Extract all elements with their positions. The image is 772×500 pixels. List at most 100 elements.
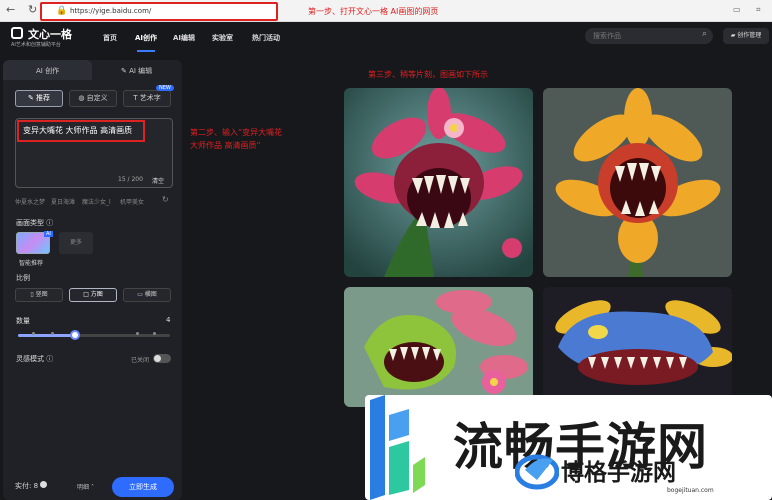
toggle-knob bbox=[154, 355, 161, 362]
result-image-3[interactable] bbox=[344, 287, 533, 407]
monster-flower-image bbox=[543, 287, 732, 407]
ratio-portrait-label: 竖图 bbox=[35, 291, 48, 298]
logo-title: 文心一格 bbox=[28, 28, 72, 41]
tab-ai-edit[interactable]: ✎ AI 编辑 bbox=[121, 66, 152, 76]
slider-tick bbox=[153, 332, 156, 335]
style-section-label: 画面类型 ⓘ bbox=[16, 218, 53, 228]
lock-icon: 🔒 bbox=[56, 6, 68, 16]
credits-value: 8 bbox=[33, 482, 39, 490]
details-label: 明细 bbox=[77, 484, 90, 491]
mode-recommend-label: 推荐 bbox=[36, 94, 51, 102]
monster-flower-image bbox=[543, 88, 732, 277]
watermark-subtitle: 博格手游网 bbox=[561, 460, 676, 486]
mode-art-text[interactable]: T 艺术字 bbox=[123, 90, 171, 107]
annotation-step2: 第二步、输入“变异大嘴花 大师作品 高清画质” bbox=[190, 126, 282, 152]
ratio-square[interactable]: □ 方图 bbox=[69, 288, 117, 302]
folder-icon: ▰ bbox=[730, 32, 736, 39]
nav-home[interactable]: 首页 bbox=[103, 33, 117, 43]
ratio-section-label: 比例 bbox=[16, 274, 30, 282]
slider-tick bbox=[51, 332, 54, 335]
ratio-landscape[interactable]: ▭ 横图 bbox=[123, 288, 171, 302]
landscape-icon: ▭ bbox=[137, 291, 145, 298]
credits-label: 实付: bbox=[15, 482, 32, 490]
tab-ai-create[interactable]: AI 创作 bbox=[36, 66, 59, 76]
mode-recommend[interactable]: ✎ 推荐 bbox=[15, 90, 63, 107]
result-image-4[interactable] bbox=[543, 287, 732, 407]
generate-button[interactable]: 立即生成 bbox=[112, 477, 174, 497]
inspiration-text: 灵感模式 bbox=[16, 355, 44, 363]
coin-icon bbox=[40, 481, 48, 488]
create-manage-label: 创作管理 bbox=[737, 32, 762, 39]
browser-bar: ← ↻ 🔒 https://yige.baidu.com/ 第一步、打开文心一格… bbox=[0, 0, 772, 22]
search-icon[interactable]: ⌕ bbox=[702, 29, 707, 39]
count-section-label: 数量 bbox=[16, 317, 30, 325]
nav-ai-create[interactable]: AI创作 bbox=[135, 33, 157, 43]
logo-subtitle: AI艺术和创意辅助平台 bbox=[11, 42, 61, 48]
inspiration-toggle[interactable] bbox=[153, 354, 171, 363]
annotation-step1: 第一步、打开文心一格 AI画图的网页 bbox=[308, 7, 439, 16]
brush-icon: ✎ bbox=[27, 94, 37, 102]
reload-icon[interactable]: ↻ bbox=[28, 3, 37, 16]
prompt-text: 变异大嘴花 大师作品 高清画质 bbox=[23, 126, 133, 135]
watermark-bird-icon bbox=[515, 454, 559, 490]
watermark: 流畅手游网 博格手游网 bogejituan.com bbox=[365, 395, 772, 500]
count-slider[interactable] bbox=[18, 334, 170, 337]
details-toggle[interactable]: 明细 ˄ bbox=[77, 482, 94, 491]
slider-handle[interactable] bbox=[70, 330, 80, 340]
nav-active-indicator bbox=[137, 50, 155, 52]
ai-tag: AI bbox=[44, 231, 53, 237]
monster-flower-image bbox=[344, 88, 533, 277]
style-selected-label: 智能推荐 bbox=[19, 260, 44, 267]
nav-events[interactable]: 热门活动 bbox=[252, 33, 280, 43]
suggestion-item[interactable]: 仲夏水之梦 bbox=[15, 197, 45, 206]
new-badge: NEW bbox=[156, 85, 174, 91]
ratio-portrait[interactable]: ▯ 竖图 bbox=[15, 288, 63, 302]
palette-icon: ◍ bbox=[78, 94, 87, 102]
result-image-2[interactable] bbox=[543, 88, 732, 277]
back-icon[interactable]: ← bbox=[6, 3, 15, 16]
watermark-url: bogejituan.com bbox=[667, 487, 714, 494]
credits: 实付: 8 bbox=[15, 481, 48, 491]
mode-custom[interactable]: ◍ 自定义 bbox=[69, 90, 117, 107]
annotation-step3: 第三步、稍等片刻，图画如下所示 bbox=[368, 70, 488, 79]
logo-icon bbox=[11, 27, 23, 39]
suggestion-item[interactable]: 魔法少女_l bbox=[82, 197, 111, 206]
inspiration-label: 灵感模式 ⓘ bbox=[16, 354, 53, 364]
slider-fill bbox=[18, 334, 75, 337]
monster-flower-image bbox=[344, 287, 533, 407]
annotation-step2-line2: 大师作品 高清画质” bbox=[190, 141, 261, 150]
style-section-text: 画面类型 bbox=[16, 219, 44, 227]
suggestion-item[interactable]: 机甲美女 bbox=[120, 197, 144, 206]
search-input[interactable]: 搜索作品 ⌕ bbox=[585, 28, 713, 44]
nav-lab[interactable]: 实验室 bbox=[212, 33, 233, 43]
watermark-logo bbox=[370, 395, 425, 500]
inspiration-state: 已关闭 bbox=[131, 357, 150, 364]
site-header: 文心一格 AI艺术和创意辅助平台 首页 AI创作 AI编辑 实验室 热门活动 搜… bbox=[0, 22, 772, 54]
reader-icon[interactable]: ▭ bbox=[733, 5, 741, 14]
slider-tick bbox=[32, 332, 35, 335]
mode-custom-label: 自定义 bbox=[86, 94, 108, 102]
info-icon[interactable]: ⓘ bbox=[46, 219, 53, 227]
info-icon[interactable]: ⓘ bbox=[46, 355, 53, 363]
char-counter: 15 / 200 bbox=[118, 176, 143, 183]
square-icon: □ bbox=[83, 291, 91, 298]
clear-button[interactable]: 清空 bbox=[152, 176, 164, 185]
page: { "browser": { "url": "https://yige.baid… bbox=[0, 0, 772, 500]
annotation-step2-line1: 第二步、输入“变异大嘴花 bbox=[190, 128, 283, 137]
extension-icon[interactable]: ⌗ bbox=[756, 5, 761, 15]
count-value: 4 bbox=[166, 316, 171, 324]
nav-ai-edit[interactable]: AI编辑 bbox=[173, 33, 195, 43]
mode-art-text-label: 艺术字 bbox=[139, 94, 161, 102]
address-bar[interactable]: 🔒 https://yige.baidu.com/ bbox=[40, 2, 278, 21]
edit-icon: ✎ bbox=[121, 67, 130, 75]
search-placeholder: 搜索作品 bbox=[593, 32, 621, 40]
tab-ai-edit-label: AI 编辑 bbox=[129, 67, 153, 75]
url-text: https://yige.baidu.com/ bbox=[70, 7, 152, 15]
chevron-up-icon: ˄ bbox=[90, 484, 94, 491]
ratio-landscape-label: 横图 bbox=[144, 291, 157, 298]
style-more-button[interactable]: 更多 bbox=[59, 232, 93, 254]
refresh-icon[interactable]: ↻ bbox=[162, 195, 169, 204]
create-manage-button[interactable]: ▰ 创作管理 bbox=[723, 28, 769, 44]
result-image-1[interactable] bbox=[344, 88, 533, 277]
suggestion-item[interactable]: 夏日海滩 bbox=[51, 197, 75, 206]
